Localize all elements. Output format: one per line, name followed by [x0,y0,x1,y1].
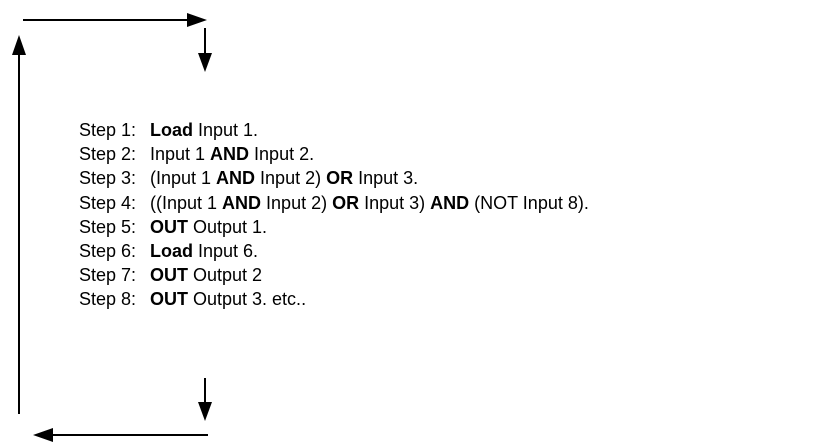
step-keyword: AND [216,168,256,189]
arrow-right-icon [187,13,207,27]
step-keyword: OR [332,192,360,213]
step-label: Step 1: [79,120,137,140]
step-list: Step 1: Load Input 1. Step 2: Input 1 AND I… [79,118,589,312]
step-label: Step 5: [79,216,137,237]
step-keyword: Load [150,120,193,140]
step-text: Output 2 [188,265,263,286]
step-keyword: OUT [150,265,188,286]
step-keyword: OR [326,168,354,189]
arrow-up-icon [12,35,26,55]
step-keyword: AND [222,192,262,213]
step-text: (Input 1 [150,168,217,189]
step-text: Output 1. [188,216,268,237]
step-keyword: Load [150,241,193,262]
arrow-down-icon [198,53,212,72]
step-5: Step 5: OUT Output 1. [79,215,589,239]
step-label: Step 7: [79,265,137,286]
step-label: Step 4: [79,192,137,213]
step-4: Step 4: ((Input 1 AND Input 2) OR Input 3… [79,191,589,215]
step-keyword: AND [210,144,250,165]
step-text: Input 6. [193,241,259,262]
step-label: Step 6: [79,241,137,262]
step-text: Input 1 [150,144,211,165]
step-keyword: OUT [150,216,188,237]
step-8: Step 8: OUT Output 3. etc.. [79,287,589,311]
step-text: ((Input 1 [150,192,223,213]
step-label: Step 3: [79,168,137,189]
step-keyword: OUT [150,289,188,310]
arrow-down-icon [198,402,212,421]
step-text: Input 1. [193,120,259,140]
step-label: Step 8: [79,289,137,310]
step-text: Input 2. [249,144,315,165]
step-text: (NOT Input 8). [469,192,589,213]
step-6: Step 6: Load Input 6. [79,239,589,263]
step-2: Step 2: Input 1 AND Input 2. [79,142,589,166]
step-7: Step 7: OUT Output 2 [79,263,589,287]
arrow-left-icon [33,428,53,442]
step-text: Input 2) [261,192,333,213]
step-text: Output 3. etc.. [188,289,307,310]
step-text: Input 3) [359,192,431,213]
step-keyword: AND [430,192,470,213]
step-1: Step 1: Load Input 1. [79,118,589,142]
step-text: Input 3. [353,168,419,189]
step-label: Step 2: [79,144,137,165]
step-3: Step 3: (Input 1 AND Input 2) OR Input 3. [79,166,589,190]
step-text: Input 2) [255,168,327,189]
